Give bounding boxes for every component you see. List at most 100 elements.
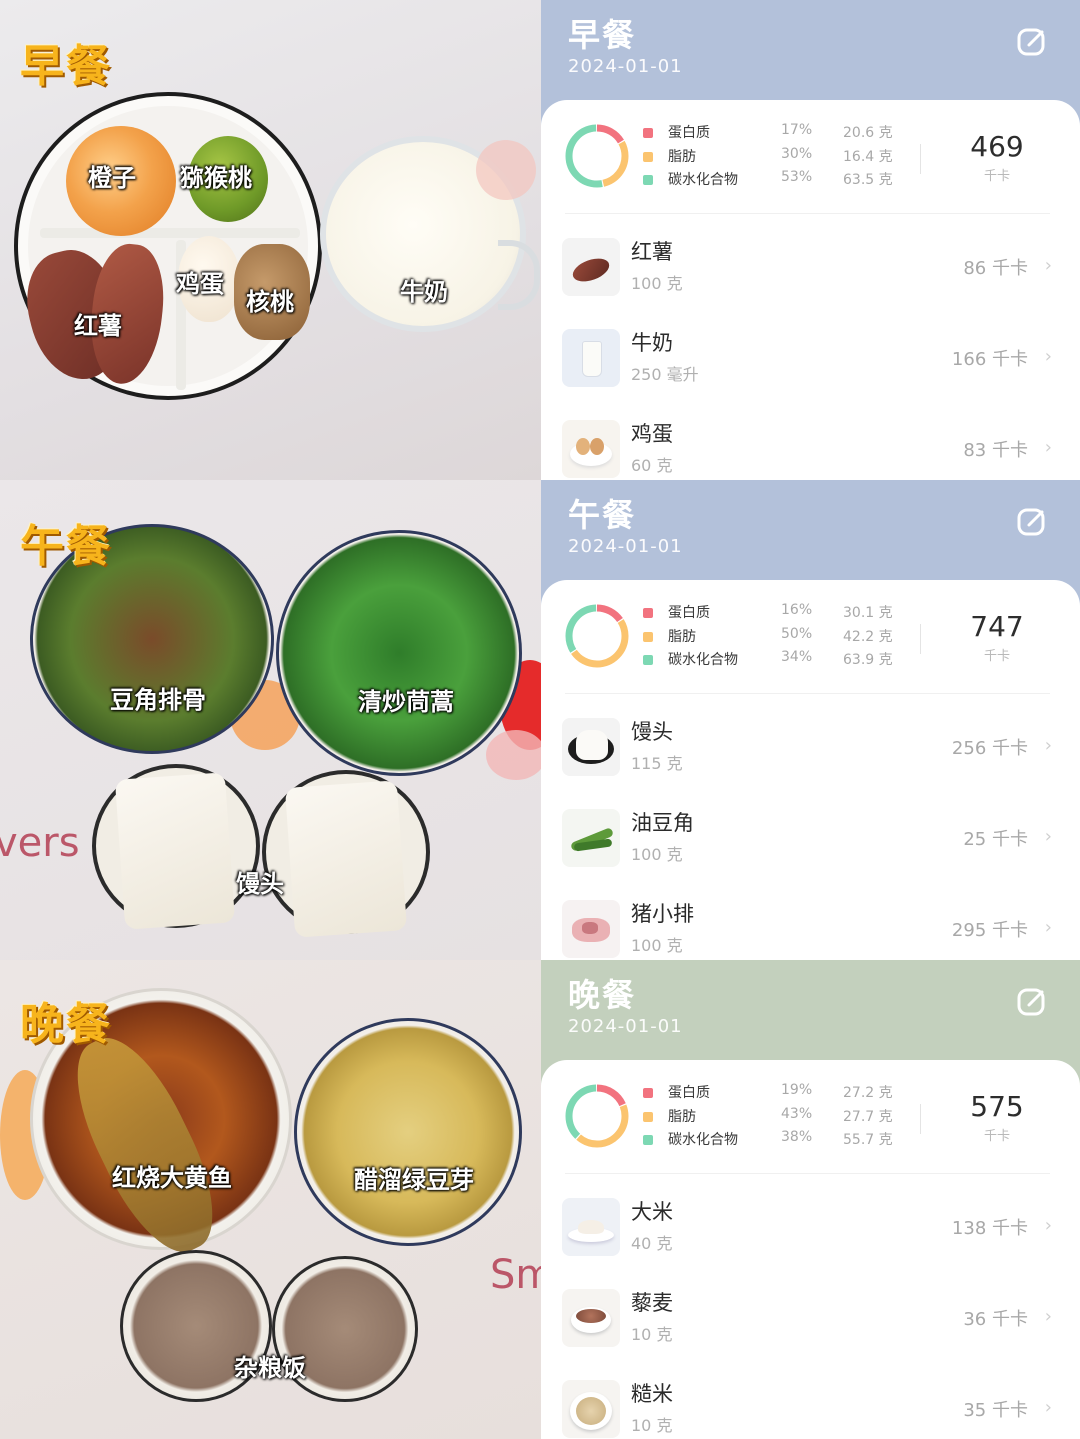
food-kcal: 256 千卡 [951,738,1028,759]
dinner-card: 蛋白质 19% 27.2 克 脂肪 43% 27.7 克 碳水化合物 38% 5… [541,1060,1080,1439]
food-name: 馒头 [631,720,673,744]
macro-gram: 16.4 克 [843,148,893,165]
dinner-panel: 晚餐 2024-01-01 蛋白质 19% 27.2 克 脂肪 43% 27.7… [541,960,1080,1439]
food-kcal: 86 千卡 [963,258,1028,279]
chevron-right-icon: › [1044,735,1052,756]
macro-row-fat: 脂肪 50% 42.2 克 [643,626,913,650]
food-amount: 10 克 [631,1325,673,1344]
deco-text: vers [0,820,80,866]
macro-name: 蛋白质 [668,1085,710,1101]
food-kcal: 138 千卡 [951,1218,1028,1239]
macro-name: 脂肪 [668,628,696,645]
green-bean-icon [562,809,620,867]
carbs-dot-icon [643,175,653,185]
food-name: 猪小排 [631,902,694,926]
macro-pct: 53% [781,169,813,185]
food-name: 藜麦 [631,1291,673,1315]
kcal-number: 747 [970,610,1024,643]
food-name: 大米 [631,1200,673,1224]
macro-gram: 63.5 克 [843,172,893,188]
macro-row-carbs: 碳水化合物 53% 63.5 克 [643,169,913,193]
macro-gram: 42.2 克 [843,628,893,645]
edit-icon[interactable] [1016,506,1048,538]
food-item[interactable]: 大米 40 克 138 千卡 › [541,1184,1080,1274]
food-name: 油豆角 [631,811,694,835]
kcal-total: 747 千卡 [941,610,1053,664]
macro-donut-chart [565,1084,629,1148]
macro-donut-chart [565,604,629,668]
kcal-unit: 千卡 [983,1129,1010,1144]
steamed-bun-icon [562,718,620,776]
pork-ribs-icon [562,900,620,958]
macro-pct: 50% [781,625,813,642]
breakfast-photo-title: 早餐 [20,41,112,92]
food-amount: 10 克 [631,1416,673,1435]
food-kcal: 36 千卡 [963,1309,1028,1330]
deco-text: Sm [490,1252,541,1298]
photo-label-ribs: 豆角排骨 [110,686,206,714]
nutrition-summary[interactable]: 蛋白质 19% 27.2 克 脂肪 43% 27.7 克 碳水化合物 38% 5… [541,1060,1080,1174]
macro-name: 脂肪 [668,1108,696,1125]
food-amount: 100 克 [631,845,683,864]
photo-label-milk: 牛奶 [400,278,448,306]
macro-row-protein: 蛋白质 16% 30.1 克 [643,602,913,626]
food-item[interactable]: 糙米 10 克 35 千卡 › [541,1366,1080,1439]
kcal-unit: 千卡 [983,169,1010,184]
egg-icon [562,420,620,478]
lunch-photo-title: 午餐 [20,521,112,572]
nutrition-summary[interactable]: 蛋白质 16% 30.1 克 脂肪 50% 42.2 克 碳水化合物 34% 6… [541,580,1080,694]
macro-row-protein: 蛋白质 17% 20.6 克 [643,122,913,146]
food-kcal: 25 千卡 [963,829,1028,850]
food-item[interactable]: 馒头 115 克 256 千卡 › [541,704,1080,794]
sweet-potato-icon [562,238,620,296]
nutrition-summary[interactable]: 蛋白质 17% 20.6 克 脂肪 30% 16.4 克 碳水化合物 53% 6… [541,100,1080,214]
edit-icon[interactable] [1016,986,1048,1018]
steamed-bun-image [114,772,236,930]
quinoa-icon [562,1289,620,1347]
macro-gram: 27.2 克 [843,1085,893,1101]
divider [920,144,921,174]
meal-title: 午餐 [568,496,637,534]
kcal-total: 469 千卡 [941,130,1053,184]
macro-row-protein: 蛋白质 19% 27.2 克 [643,1082,913,1106]
photo-label-sweet-potato: 红薯 [74,312,122,340]
chevron-right-icon: › [1044,1306,1052,1327]
macro-name: 蛋白质 [668,125,710,141]
food-item[interactable]: 猪小排 100 克 295 千卡 › [541,886,1080,960]
fat-dot-icon [643,151,653,162]
fat-dot-icon [643,1111,653,1122]
food-item[interactable]: 牛奶 250 毫升 166 千卡 › [541,315,1080,405]
food-item[interactable]: 鸡蛋 60 克 83 千卡 › [541,406,1080,480]
chevron-right-icon: › [1044,1215,1052,1236]
photo-label-walnut: 核桃 [246,288,294,316]
meal-title: 早餐 [568,16,637,54]
deco-flower [486,730,541,780]
macro-pct: 16% [781,602,813,618]
photo-label-sprouts: 醋溜绿豆芽 [354,1166,474,1194]
chevron-right-icon: › [1044,437,1052,458]
macro-name: 脂肪 [668,148,696,165]
steamed-bun-image [284,780,408,938]
macro-pct: 19% [781,1082,813,1098]
food-name: 红薯 [631,240,673,264]
sprouts-bowl [294,1018,522,1246]
macro-pct: 34% [781,649,813,665]
macro-row-fat: 脂肪 30% 16.4 克 [643,146,913,170]
food-item[interactable]: 藜麦 10 克 36 千卡 › [541,1275,1080,1365]
food-item[interactable]: 红薯 100 克 86 千卡 › [541,224,1080,314]
food-item[interactable]: 油豆角 100 克 25 千卡 › [541,795,1080,885]
macro-row-fat: 脂肪 43% 27.7 克 [643,1106,913,1130]
photo-label-fish: 红烧大黄鱼 [112,1164,232,1192]
food-kcal: 35 千卡 [963,1400,1028,1421]
protein-dot-icon [643,1088,653,1098]
chevron-right-icon: › [1044,346,1052,367]
milk-glass-handle [498,240,540,310]
kcal-unit: 千卡 [983,649,1010,664]
carbs-dot-icon [643,655,653,665]
chevron-right-icon: › [1044,255,1052,276]
macro-name: 蛋白质 [668,605,710,621]
food-kcal: 295 千卡 [951,920,1028,941]
macro-pct: 30% [781,145,813,162]
edit-icon[interactable] [1016,26,1048,58]
breakfast-photo: 早餐 橙子 猕猴桃 鸡蛋 核桃 红薯 牛奶 [0,0,541,480]
